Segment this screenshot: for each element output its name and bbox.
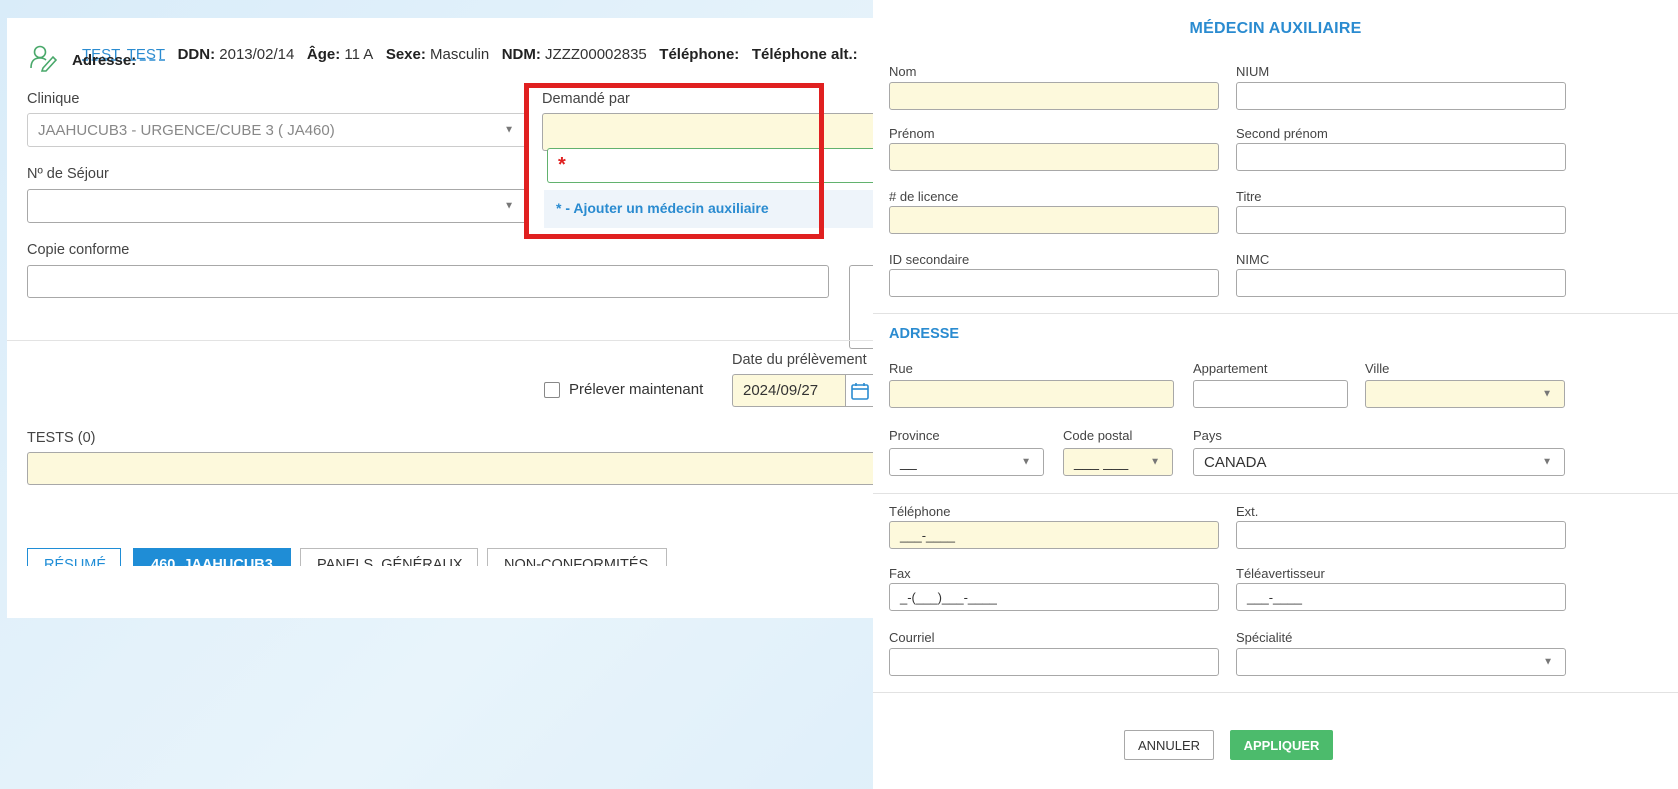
chevron-down-icon: ▼ bbox=[1021, 456, 1031, 468]
teleavertisseur-label: Téléavertisseur bbox=[1236, 566, 1325, 581]
specialite-select[interactable]: ▼ bbox=[1236, 648, 1566, 676]
second-prenom-label: Second prénom bbox=[1236, 126, 1328, 141]
prenom-input[interactable] bbox=[889, 143, 1219, 171]
specialite-label: Spécialité bbox=[1236, 630, 1293, 645]
id-secondaire-label: ID secondaire bbox=[889, 252, 970, 267]
copie-conforme-label: Copie conforme bbox=[27, 242, 130, 258]
appartement-label: Appartement bbox=[1193, 361, 1268, 376]
licence-label: # de licence bbox=[889, 189, 959, 204]
titre-input[interactable] bbox=[1236, 206, 1566, 234]
code-postal-label: Code postal bbox=[1063, 428, 1133, 443]
ville-select[interactable]: ▼ bbox=[1365, 380, 1565, 408]
section-divider bbox=[7, 340, 897, 341]
highlight-box bbox=[524, 83, 824, 239]
fax-mask: _-(___)___-____ bbox=[900, 589, 997, 605]
adresse-section-title: ADRESSE bbox=[889, 326, 960, 342]
ville-label: Ville bbox=[1365, 361, 1390, 376]
adresse-label: Adresse: bbox=[72, 52, 137, 69]
tests-label: TESTS (0) bbox=[27, 430, 96, 446]
chevron-down-icon: ▼ bbox=[504, 124, 514, 136]
date-prelevement-input[interactable]: 2024/09/27 bbox=[732, 374, 847, 407]
clinique-select[interactable]: JAAHUCUB3 - URGENCE/CUBE 3 ( JA460) ▼ bbox=[27, 113, 527, 147]
code-postal-input[interactable]: ___ ___ ▼ bbox=[1063, 448, 1173, 476]
second-prenom-input[interactable] bbox=[1236, 143, 1566, 171]
sejour-label: Nº de Séjour bbox=[27, 166, 109, 182]
province-select[interactable]: __ ▼ bbox=[889, 448, 1044, 476]
telephone-alt-label: Téléphone alt.: bbox=[751, 46, 858, 63]
modal-footer-divider bbox=[873, 692, 1678, 693]
courriel-input[interactable] bbox=[889, 648, 1219, 676]
sexe-value: Masculin bbox=[430, 46, 490, 63]
nom-label: Nom bbox=[889, 64, 917, 79]
ndm-value: JZZZ00002835 bbox=[545, 46, 647, 63]
chevron-down-icon: ▼ bbox=[1543, 656, 1553, 668]
telephone-label: Téléphone: bbox=[659, 46, 740, 63]
teleavertisseur-input[interactable]: ___-____ bbox=[1236, 583, 1566, 611]
age-label: Âge: bbox=[306, 46, 341, 63]
pays-value: CANADA bbox=[1204, 453, 1267, 471]
nium-input[interactable] bbox=[1236, 82, 1566, 110]
calendar-icon bbox=[851, 382, 869, 400]
chevron-down-icon: ▼ bbox=[504, 200, 514, 212]
copie-conforme-input[interactable] bbox=[27, 265, 829, 298]
ext-label: Ext. bbox=[1236, 504, 1259, 519]
nium-label: NIUM bbox=[1236, 64, 1270, 79]
chevron-down-icon: ▼ bbox=[1150, 456, 1160, 468]
telephone-label: Téléphone bbox=[889, 504, 951, 519]
age-value: 11 A bbox=[344, 46, 374, 63]
edit-patient-icon[interactable] bbox=[29, 44, 59, 72]
annuler-button[interactable]: ANNULER bbox=[1124, 730, 1214, 760]
sexe-label: Sexe: bbox=[385, 46, 426, 63]
titre-label: Titre bbox=[1236, 189, 1262, 204]
nom-input[interactable] bbox=[889, 82, 1219, 110]
modal-divider bbox=[873, 493, 1678, 494]
appliquer-button[interactable]: APPLIQUER bbox=[1230, 730, 1333, 760]
fax-label: Fax bbox=[889, 566, 911, 581]
telephone-mask: ___-____ bbox=[900, 527, 955, 543]
patient-header: TEST, TEST DDN: 2013/02/14 Âge: 11 A Sex… bbox=[82, 46, 858, 63]
chevron-down-icon: ▼ bbox=[1542, 388, 1552, 400]
telephone-input[interactable]: ___-____ bbox=[889, 521, 1219, 549]
nimc-input[interactable] bbox=[1236, 269, 1566, 297]
date-prelevement-label: Date du prélèvement bbox=[732, 352, 867, 368]
clinique-label: Clinique bbox=[27, 91, 80, 107]
clinique-value: JAAHUCUB3 - URGENCE/CUBE 3 ( JA460) bbox=[38, 121, 335, 139]
auxiliary-doctor-modal: MÉDECIN AUXILIAIRE Nom NIUM Prénom Secon… bbox=[873, 0, 1678, 789]
chevron-down-icon: ▼ bbox=[1542, 456, 1552, 468]
prelever-maintenant-checkbox[interactable] bbox=[544, 382, 560, 398]
licence-input[interactable] bbox=[889, 206, 1219, 234]
appartement-input[interactable] bbox=[1193, 380, 1348, 408]
pays-select[interactable]: CANADA ▼ bbox=[1193, 448, 1565, 476]
modal-divider bbox=[873, 313, 1678, 314]
ext-input[interactable] bbox=[1236, 521, 1566, 549]
date-value: 2024/09/27 bbox=[743, 382, 819, 399]
calendar-button[interactable] bbox=[845, 374, 875, 407]
order-form-panel: TEST, TEST DDN: 2013/02/14 Âge: 11 A Sex… bbox=[7, 18, 897, 618]
prenom-label: Prénom bbox=[889, 126, 935, 141]
teleavertisseur-mask: ___-____ bbox=[1247, 589, 1302, 605]
code-postal-value: ___ ___ bbox=[1074, 453, 1129, 471]
sejour-select[interactable]: ▼ bbox=[27, 189, 527, 223]
rue-input[interactable] bbox=[889, 380, 1174, 408]
courriel-label: Courriel bbox=[889, 630, 935, 645]
province-value: __ bbox=[900, 453, 917, 471]
id-secondaire-input[interactable] bbox=[889, 269, 1219, 297]
prelever-maintenant-label: Prélever maintenant bbox=[569, 381, 704, 398]
ddn-value: 2013/02/14 bbox=[219, 46, 295, 63]
ndm-label: NDM: bbox=[501, 46, 541, 63]
ddn-label: DDN: bbox=[177, 46, 216, 63]
modal-title: MÉDECIN AUXILIAIRE bbox=[1189, 20, 1362, 37]
tests-input[interactable] bbox=[27, 452, 897, 485]
nimc-label: NIMC bbox=[1236, 252, 1270, 267]
tab-strip-cover bbox=[7, 566, 897, 618]
pays-label: Pays bbox=[1193, 428, 1222, 443]
rue-label: Rue bbox=[889, 361, 913, 376]
province-label: Province bbox=[889, 428, 940, 443]
fax-input[interactable]: _-(___)___-____ bbox=[889, 583, 1219, 611]
